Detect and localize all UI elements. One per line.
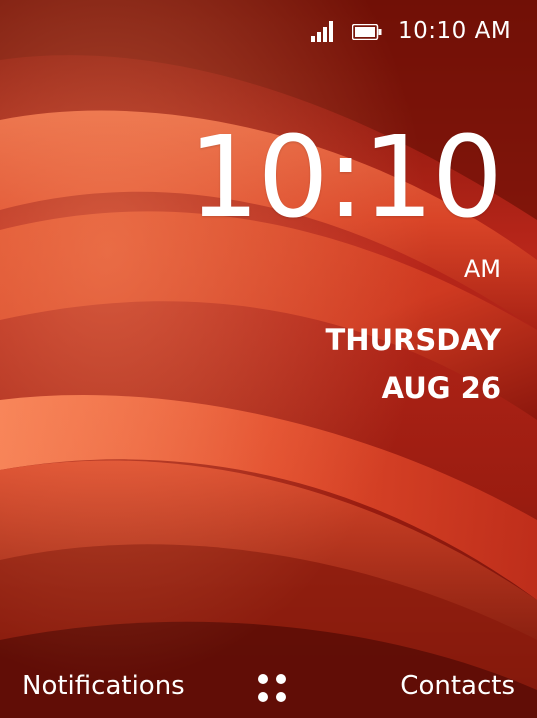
signal-strength-icon	[311, 21, 333, 42]
softkey-notifications[interactable]: Notifications	[22, 670, 185, 702]
lockscreen-ampm: AM	[463, 255, 501, 283]
apps-grid-icon[interactable]	[254, 670, 290, 706]
status-bar: 10:10 AM	[0, 0, 537, 64]
lockscreen-clock: 10:10	[188, 113, 503, 243]
softkey-bar: Notifications Contacts	[0, 656, 537, 718]
softkey-contacts[interactable]: Contacts	[400, 670, 515, 702]
status-time: 10:10 AM	[398, 18, 512, 44]
lock-screen: 10:10 AM 10:10 AM THURSDAY AUG 26 Notifi…	[0, 0, 537, 718]
lockscreen-day: THURSDAY	[325, 323, 501, 357]
battery-icon	[352, 24, 382, 40]
lockscreen-date: AUG 26	[381, 371, 501, 405]
